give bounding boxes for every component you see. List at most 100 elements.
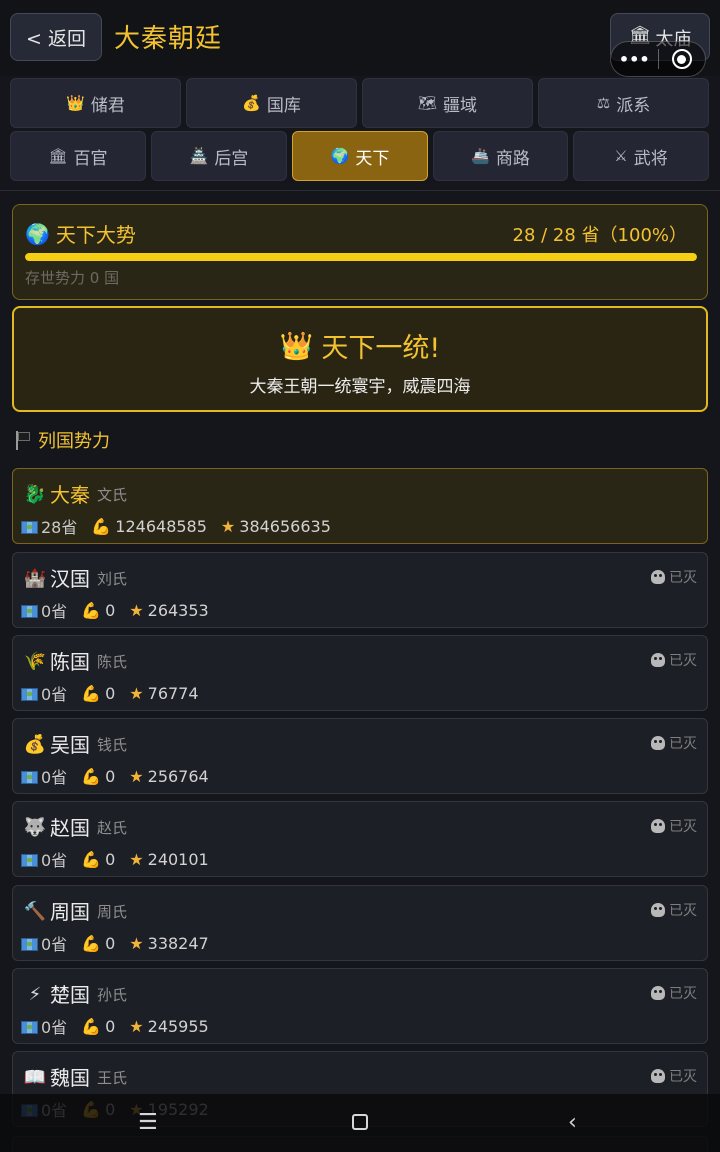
nation-clan: 刘氏 <box>97 570 128 588</box>
unification-title: 👑 天下一统! <box>14 326 706 365</box>
nation-provinces: 0省 <box>41 768 68 787</box>
nation-status-text: 已灭 <box>669 1069 697 1085</box>
star-icon: ★ <box>220 516 236 536</box>
nation-strength: 0 <box>105 1016 116 1036</box>
map-icon <box>21 853 38 867</box>
flexed-arm-icon: 💪 <box>81 933 102 953</box>
skull-icon <box>651 1069 665 1083</box>
star-icon: ★ <box>129 683 144 703</box>
nation-stats: 0省 💪 0 ★ 240101 <box>21 847 209 871</box>
nation-prestige: 76774 <box>147 683 199 703</box>
system-nav-bar: ☰ ‹ <box>0 1094 720 1152</box>
app-root: < 返回 大秦朝廷 🏛 太庙 ••• 👑 储君 💰 国库 🗺 疆域 ⚖ 派系 🏛… <box>0 0 720 1152</box>
nation-strength: 0 <box>105 600 116 620</box>
scales-icon: ⚖ <box>596 94 611 112</box>
star-icon: ★ <box>129 600 144 620</box>
nation-status-text: 已灭 <box>669 736 697 752</box>
miniprogram-capsule: ••• <box>610 41 706 77</box>
flexed-arm-icon: 💪 <box>81 766 102 786</box>
nation-provinces: 0省 <box>41 851 68 870</box>
nation-status: 已灭 <box>651 900 697 920</box>
map-icon: 🗺 <box>417 94 438 112</box>
skull-icon <box>651 736 665 750</box>
nation-emblem-icon: ⚡ <box>28 983 42 1005</box>
tab-territory[interactable]: 🗺 疆域 <box>362 78 533 128</box>
home-icon[interactable] <box>352 1114 368 1130</box>
nation-strength: 0 <box>105 683 116 703</box>
nation-card[interactable]: 🐺 赵国 赵氏 已灭 0省 💪 0 ★ 240101 <box>12 801 708 877</box>
crossed-swords-icon: ⚔ <box>614 147 628 165</box>
nation-provinces: 0省 <box>41 685 68 704</box>
province-count: 28 / 28 省（100%） <box>512 225 688 246</box>
star-icon: ★ <box>129 849 144 869</box>
nation-status-text: 已灭 <box>669 653 697 669</box>
tab-officials[interactable]: 🏛 百官 <box>10 131 146 181</box>
map-icon <box>21 1020 38 1034</box>
star-icon: ★ <box>129 766 144 786</box>
nation-status: 已灭 <box>651 650 697 670</box>
nation-clan: 赵氏 <box>97 819 128 837</box>
nation-stats: 28省 💪 124648585 ★ 384656635 <box>21 514 331 538</box>
nation-strength: 0 <box>105 933 116 953</box>
nation-card[interactable]: 🔨 周国 周氏 已灭 0省 💪 0 ★ 338247 <box>12 885 708 961</box>
tab-generals[interactable]: ⚔ 武将 <box>573 131 709 181</box>
skull-icon <box>651 819 665 833</box>
close-miniprogram-icon[interactable] <box>658 49 705 69</box>
star-icon: ★ <box>129 1016 144 1036</box>
nation-clan: 孙氏 <box>97 986 128 1004</box>
nation-card[interactable]: 🐉 大秦 文氏 28省 💪 124648585 ★ 384656635 <box>12 468 708 544</box>
tab-world[interactable]: 🌍 天下 <box>292 131 428 181</box>
nation-name: 楚国 <box>50 983 90 1007</box>
map-icon <box>21 937 38 951</box>
nation-card[interactable]: 💰 吴国 钱氏 已灭 0省 💪 0 ★ 256764 <box>12 718 708 794</box>
nation-status: 已灭 <box>651 733 697 753</box>
nation-card[interactable]: 🌾 陈国 陈氏 已灭 0省 💪 0 ★ 76774 <box>12 635 708 711</box>
castle-icon: 🏯 <box>189 147 209 165</box>
nation-name: 汉国 <box>50 567 90 591</box>
nation-stats: 0省 💪 0 ★ 76774 <box>21 681 199 705</box>
nation-emblem-icon: 🏰 <box>23 567 47 589</box>
nation-name: 大秦 <box>50 483 90 507</box>
globe-icon: 🌍 <box>25 221 50 246</box>
nation-clan: 陈氏 <box>97 653 128 671</box>
nation-status-text: 已灭 <box>669 903 697 919</box>
nation-stats: 0省 💪 0 ★ 338247 <box>21 931 209 955</box>
back-button[interactable]: < 返回 <box>10 13 102 61</box>
nation-stats: 0省 💪 0 ★ 264353 <box>21 598 209 622</box>
flexed-arm-icon: 💪 <box>81 600 102 620</box>
menu-icon[interactable]: ☰ <box>138 1110 158 1135</box>
tab-label: 百官 <box>73 148 108 169</box>
nation-name: 陈国 <box>50 650 90 674</box>
unification-title-text: 天下一统! <box>321 333 441 364</box>
nation-strength: 124648585 <box>115 516 207 536</box>
star-icon: ★ <box>129 933 144 953</box>
nation-emblem-icon: 📖 <box>23 1066 47 1088</box>
skull-icon <box>651 986 665 1000</box>
nation-clan: 王氏 <box>97 1069 128 1087</box>
unification-progress-bar <box>25 253 697 261</box>
nation-prestige: 245955 <box>147 1016 209 1036</box>
flexed-arm-icon: 💪 <box>81 683 102 703</box>
map-icon <box>21 520 38 534</box>
tab-harem[interactable]: 🏯 后宫 <box>151 131 287 181</box>
skull-icon <box>651 653 665 667</box>
tab-treasury[interactable]: 💰 国库 <box>186 78 357 128</box>
nation-provinces: 28省 <box>41 518 78 537</box>
nation-emblem-icon: 🌾 <box>23 650 47 672</box>
crown-icon: 👑 <box>279 330 314 362</box>
ship-icon: 🚢 <box>471 147 490 165</box>
back-icon[interactable]: ‹ <box>568 1110 577 1135</box>
nation-name: 吴国 <box>50 733 90 757</box>
tab-factions[interactable]: ⚖ 派系 <box>538 78 709 128</box>
section-title: 列国势力 <box>38 431 110 452</box>
money-bag-icon: 💰 <box>242 94 261 112</box>
nation-clan: 钱氏 <box>97 736 128 754</box>
nation-status-text: 已灭 <box>669 986 697 1002</box>
tab-heir[interactable]: 👑 储君 <box>10 78 181 128</box>
nation-card[interactable]: ⚡ 楚国 孙氏 已灭 0省 💪 0 ★ 245955 <box>12 968 708 1044</box>
tab-label: 疆域 <box>443 95 478 116</box>
tab-trade-routes[interactable]: 🚢 商路 <box>433 131 568 181</box>
summary-title-text: 天下大势 <box>55 223 136 247</box>
more-icon[interactable]: ••• <box>611 50 658 69</box>
nation-card[interactable]: 🏰 汉国 刘氏 已灭 0省 💪 0 ★ 264353 <box>12 552 708 628</box>
